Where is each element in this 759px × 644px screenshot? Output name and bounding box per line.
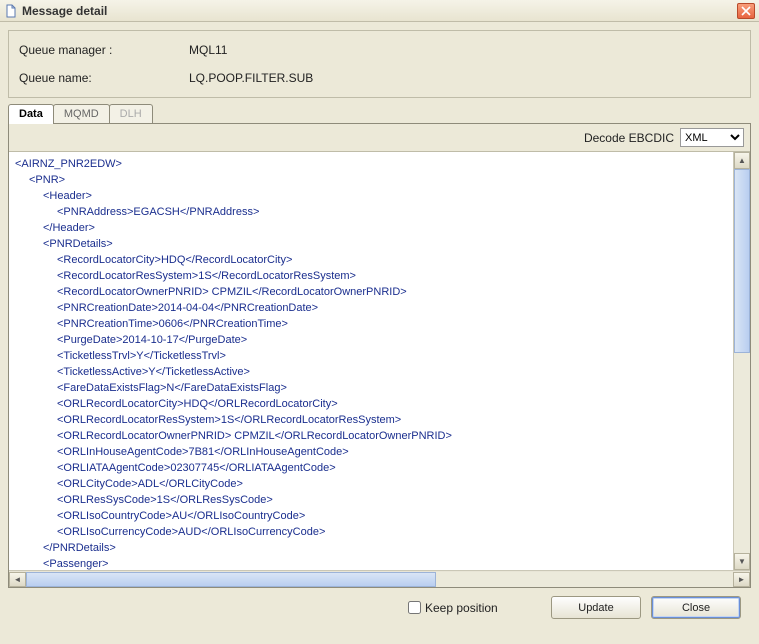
vscroll-thumb[interactable] [734,169,750,353]
xml-line: <PNRCreationTime>0606</PNRCreationTime> [15,316,744,332]
queue-name-value: LQ.POOP.FILTER.SUB [189,71,313,85]
titlebar: Message detail [0,0,759,22]
xml-line: </PNRDetails> [15,540,744,556]
xml-line: <ORLInHouseAgentCode>7B81</ORLInHouseAge… [15,444,744,460]
bottom-bar: Keep position Update Close [8,588,751,625]
xml-line: <Passenger> [15,556,744,570]
tab-data[interactable]: Data [8,104,54,124]
xml-line: <FareDataExistsFlag>N</FareDataExistsFla… [15,380,744,396]
content-area: Queue manager : MQL11 Queue name: LQ.POO… [0,22,759,633]
queue-manager-value: MQL11 [189,43,227,57]
hscroll-thumb[interactable] [26,572,436,587]
scroll-up-arrow-icon[interactable]: ▲ [734,152,750,169]
queue-manager-row: Queue manager : MQL11 [19,43,740,57]
xml-content: <AIRNZ_PNR2EDW><PNR><Header><PNRAddress>… [9,152,750,570]
xml-line: <ORLRecordLocatorOwnerPNRID> CPMZIL</ORL… [15,428,744,444]
vscroll-track[interactable] [734,169,750,553]
window-close-button[interactable] [737,3,755,19]
vertical-scrollbar[interactable]: ▲ ▼ [733,152,750,570]
xml-viewport[interactable]: <AIRNZ_PNR2EDW><PNR><Header><PNRAddress>… [9,152,750,570]
decode-label: Decode EBCDIC [584,131,674,145]
tab-bar: Data MQMD DLH [8,104,751,123]
decode-select[interactable]: XML [680,128,744,147]
xml-line: <PNRCreationDate>2014-04-04</PNRCreation… [15,300,744,316]
xml-line: <TicketlessTrvl>Y</TicketlessTrvl> [15,348,744,364]
scroll-left-arrow-icon[interactable]: ◄ [9,572,26,587]
queue-manager-label: Queue manager : [19,43,189,57]
hscroll-track[interactable] [26,572,733,587]
xml-line: <RecordLocatorResSystem>1S</RecordLocato… [15,268,744,284]
close-icon [741,6,751,16]
tab-dlh: DLH [109,104,153,123]
xml-line: <ORLCityCode>ADL</ORLCityCode> [15,476,744,492]
scroll-right-arrow-icon[interactable]: ► [733,572,750,587]
queue-name-row: Queue name: LQ.POOP.FILTER.SUB [19,71,740,85]
xml-line: <ORLRecordLocatorResSystem>1S</ORLRecord… [15,412,744,428]
xml-line: <ORLResSysCode>1S</ORLResSysCode> [15,492,744,508]
xml-line: <ORLRecordLocatorCity>HDQ</ORLRecordLoca… [15,396,744,412]
xml-line: <ORLIATAAgentCode>02307745</ORLIATAAgent… [15,460,744,476]
xml-line: <PurgeDate>2014-10-17</PurgeDate> [15,332,744,348]
scroll-down-arrow-icon[interactable]: ▼ [734,553,750,570]
xml-line: <PNRDetails> [15,236,744,252]
data-panel: Decode EBCDIC XML <AIRNZ_PNR2EDW><PNR><H… [8,123,751,588]
tab-mqmd[interactable]: MQMD [53,104,110,123]
xml-line: <Header> [15,188,744,204]
panel-toolbar: Decode EBCDIC XML [9,124,750,152]
xml-line: <AIRNZ_PNR2EDW> [15,156,744,172]
close-button[interactable]: Close [651,596,741,619]
keep-position-label: Keep position [425,601,498,615]
xml-line: <RecordLocatorCity>HDQ</RecordLocatorCit… [15,252,744,268]
queue-name-label: Queue name: [19,71,189,85]
keep-position-checkbox[interactable] [408,601,421,614]
xml-line: <RecordLocatorOwnerPNRID> CPMZIL</Record… [15,284,744,300]
update-button[interactable]: Update [551,596,641,619]
xml-line: <PNRAddress>EGACSH</PNRAddress> [15,204,744,220]
document-icon [4,4,18,18]
xml-line: <PNR> [15,172,744,188]
xml-line: </Header> [15,220,744,236]
window-title: Message detail [22,4,737,18]
horizontal-scrollbar[interactable]: ◄ ► [9,570,750,587]
xml-line: <ORLIsoCurrencyCode>AUD</ORLIsoCurrencyC… [15,524,744,540]
xml-line: <TicketlessActive>Y</TicketlessActive> [15,364,744,380]
keep-position-wrap[interactable]: Keep position [408,601,498,615]
info-panel: Queue manager : MQL11 Queue name: LQ.POO… [8,30,751,98]
xml-line: <ORLIsoCountryCode>AU</ORLIsoCountryCode… [15,508,744,524]
